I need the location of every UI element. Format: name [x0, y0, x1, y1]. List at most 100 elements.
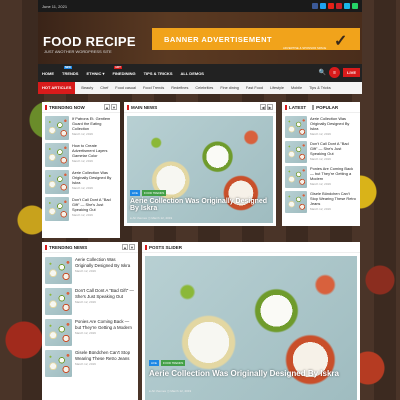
ticker-item[interactable]: Celebrities: [195, 86, 213, 90]
post-thumbnail[interactable]: [45, 197, 69, 221]
category-badge[interactable]: FOOD TRENDS: [160, 360, 186, 366]
posts-slider-panel: POSTS SLIDER LIFE FOOD TRENDS Aerie Coll…: [142, 242, 360, 400]
banner-advertisement[interactable]: BANNER ADVERTISEMENT ADVERTISE & SPONSOR…: [152, 28, 360, 50]
arrow-right-icon[interactable]: ▶: [267, 104, 273, 110]
post-author[interactable]: AF themes: [151, 389, 166, 393]
slide-title[interactable]: Aerie Collection Was Originally Designed…: [149, 369, 355, 378]
menu-icon[interactable]: ≡: [329, 67, 341, 78]
vimeo-icon[interactable]: [344, 3, 350, 9]
post-author[interactable]: AF themes: [132, 216, 147, 220]
post-date: March 12, 2019: [310, 182, 331, 187]
list-item[interactable]: Don't Call Dont A "Bad Gift" — She's Jus…: [285, 141, 357, 163]
ticker-item[interactable]: Fast Food: [246, 86, 263, 90]
nav-item-trends[interactable]: NEW TRENDS: [62, 65, 78, 76]
post-title[interactable]: How to Create Advertisment Layers Gameta…: [72, 143, 117, 158]
top-bar: June 11, 2021: [38, 0, 362, 12]
ticker-label: HOT ARTICLES: [38, 82, 76, 94]
post-thumbnail[interactable]: [45, 350, 72, 377]
list-item[interactable]: Aerie Collection Was Originally Designed…: [285, 116, 357, 138]
post-title[interactable]: Gisele Bündchen Can't Stop Wearing These…: [310, 191, 357, 206]
ticker-item[interactable]: Redefines: [171, 86, 188, 90]
tab-latest[interactable]: LATEST: [285, 104, 306, 110]
post-date: March 12, 2019: [72, 132, 93, 137]
category-badge[interactable]: LIFE: [130, 190, 140, 196]
ticker-item[interactable]: Food casual: [115, 86, 136, 90]
hot-badge: HOT: [114, 65, 122, 69]
pinterest-icon[interactable]: [336, 3, 342, 9]
ticker-item[interactable]: Lifestyle: [270, 86, 284, 90]
list-item[interactable]: If Patrons Et. Gentlem Guard the Eating …: [45, 116, 117, 140]
post-date: March 12, 2019: [75, 362, 96, 367]
ticker-item[interactable]: Mobile: [291, 86, 302, 90]
post-title[interactable]: Aerie Collection Was Originally Designed…: [75, 257, 135, 268]
post-date: March 12, 2019: [72, 213, 93, 218]
list-item[interactable]: Aerie Collection Was Originally Designed…: [45, 257, 135, 284]
list-item[interactable]: Gisele Bündchen Can't Stop Wearing These…: [45, 350, 135, 377]
ticker-item[interactable]: Food Trends: [143, 86, 164, 90]
post-title[interactable]: If Patrons Et. Gentlem Guard the Eating …: [72, 116, 117, 131]
nav-item-home[interactable]: HOME: [42, 71, 54, 76]
list-item[interactable]: Aerie Collection Was Originally Designed…: [45, 170, 117, 194]
site-logo[interactable]: FOOD RECIPE: [43, 34, 136, 49]
post-title[interactable]: Ponies Are Coming Back — but They're Get…: [75, 319, 135, 330]
main-nav: HOME NEW TRENDS ETHNIC ▾ HOT FINEDINING TI…: [38, 64, 362, 82]
main-news-slide[interactable]: LIFE FOOD TRENDS Aerie Collection Was Or…: [127, 116, 273, 223]
category-badge[interactable]: FOOD TRENDS: [141, 190, 167, 196]
post-date: March 12, 2019: [72, 186, 93, 191]
list-item[interactable]: Ponies Are Coming Back — but They're Get…: [285, 166, 357, 188]
panel-title: POSTS SLIDER: [145, 244, 182, 250]
ticker-item[interactable]: Chef: [100, 86, 108, 90]
slide-title[interactable]: Aerie Collection Was Originally Designed…: [130, 198, 270, 212]
whatsapp-icon[interactable]: [352, 3, 358, 9]
ticker-item[interactable]: Beauty: [81, 86, 93, 90]
post-date: March 12, 2019: [75, 331, 96, 336]
post-date: March 12, 2019: [170, 389, 192, 393]
arrow-down-icon[interactable]: ▼: [111, 104, 117, 110]
list-item[interactable]: Don't Call Dont A "Bad Gift" — She's Jus…: [45, 197, 117, 221]
post-title[interactable]: Aerie Collection Was Originally Designed…: [310, 116, 357, 131]
post-thumbnail[interactable]: [45, 143, 69, 167]
nav-item-ethnic[interactable]: ETHNIC ▾: [86, 71, 104, 76]
list-item[interactable]: Don't Call Dont A "Bad Gift" — She's Jus…: [45, 288, 135, 315]
list-item[interactable]: Ponies Are Coming Back — but They're Get…: [45, 319, 135, 346]
post-thumbnail[interactable]: [45, 257, 72, 284]
post-title[interactable]: Don't Call Dont A "Bad Gift" — She's Jus…: [72, 197, 117, 212]
post-title[interactable]: Ponies Are Coming Back — but They're Get…: [310, 166, 357, 181]
post-thumbnail[interactable]: [45, 116, 69, 140]
nav-item-finedining[interactable]: HOT FINEDINING: [112, 65, 136, 76]
arrow-up-icon[interactable]: ▲: [104, 104, 110, 110]
nav-item-all-demos[interactable]: ALL DEMOS: [180, 71, 203, 76]
live-button[interactable]: LIVE: [343, 68, 360, 77]
ticker-item[interactable]: Tips & Tricks: [309, 86, 331, 90]
nav-item-tips[interactable]: TIPS & TRICKS: [144, 71, 173, 76]
post-title[interactable]: Don't Call Dont A "Bad Gift" — She's Jus…: [75, 288, 135, 299]
ticker-item[interactable]: Fine dining: [220, 86, 239, 90]
post-thumbnail[interactable]: [285, 141, 307, 163]
post-date: March 12, 2019: [310, 157, 331, 162]
current-date: June 11, 2021: [42, 3, 68, 9]
post-thumbnail[interactable]: [285, 191, 307, 213]
search-icon[interactable]: 🔍: [319, 69, 326, 76]
tab-popular[interactable]: POPULAR: [312, 104, 338, 110]
post-title[interactable]: Gisele Bündchen Can't Stop Wearing These…: [75, 350, 135, 361]
arrow-up-icon[interactable]: ▲: [122, 244, 128, 250]
site-header: FOOD RECIPE JUST ANOTHER WORDPRESS SITE …: [38, 12, 362, 64]
arrow-down-icon[interactable]: ▼: [129, 244, 135, 250]
post-thumbnail[interactable]: [285, 116, 307, 138]
banner-small-text: ADVERTISE & SPONSOR SPACE: [283, 46, 327, 50]
facebook-icon[interactable]: [312, 3, 318, 9]
post-thumbnail[interactable]: [45, 170, 69, 194]
twitter-icon[interactable]: [320, 3, 326, 9]
arrow-left-icon[interactable]: ◀: [260, 104, 266, 110]
post-thumbnail[interactable]: [45, 319, 72, 346]
list-item[interactable]: How to Create Advertisment Layers Gameta…: [45, 143, 117, 167]
category-badge[interactable]: LIFE: [149, 360, 159, 366]
post-title[interactable]: Don't Call Dont A "Bad Gift" — She's Jus…: [310, 141, 357, 156]
post-title[interactable]: Aerie Collection Was Originally Designed…: [72, 170, 117, 185]
youtube-icon[interactable]: [328, 3, 334, 9]
site-tagline: JUST ANOTHER WORDPRESS SITE: [44, 49, 112, 54]
posts-slide[interactable]: LIFE FOOD TRENDS Aerie Collection Was Or…: [145, 256, 357, 400]
list-item[interactable]: Gisele Bündchen Can't Stop Wearing These…: [285, 191, 357, 213]
post-thumbnail[interactable]: [45, 288, 72, 315]
post-thumbnail[interactable]: [285, 166, 307, 188]
